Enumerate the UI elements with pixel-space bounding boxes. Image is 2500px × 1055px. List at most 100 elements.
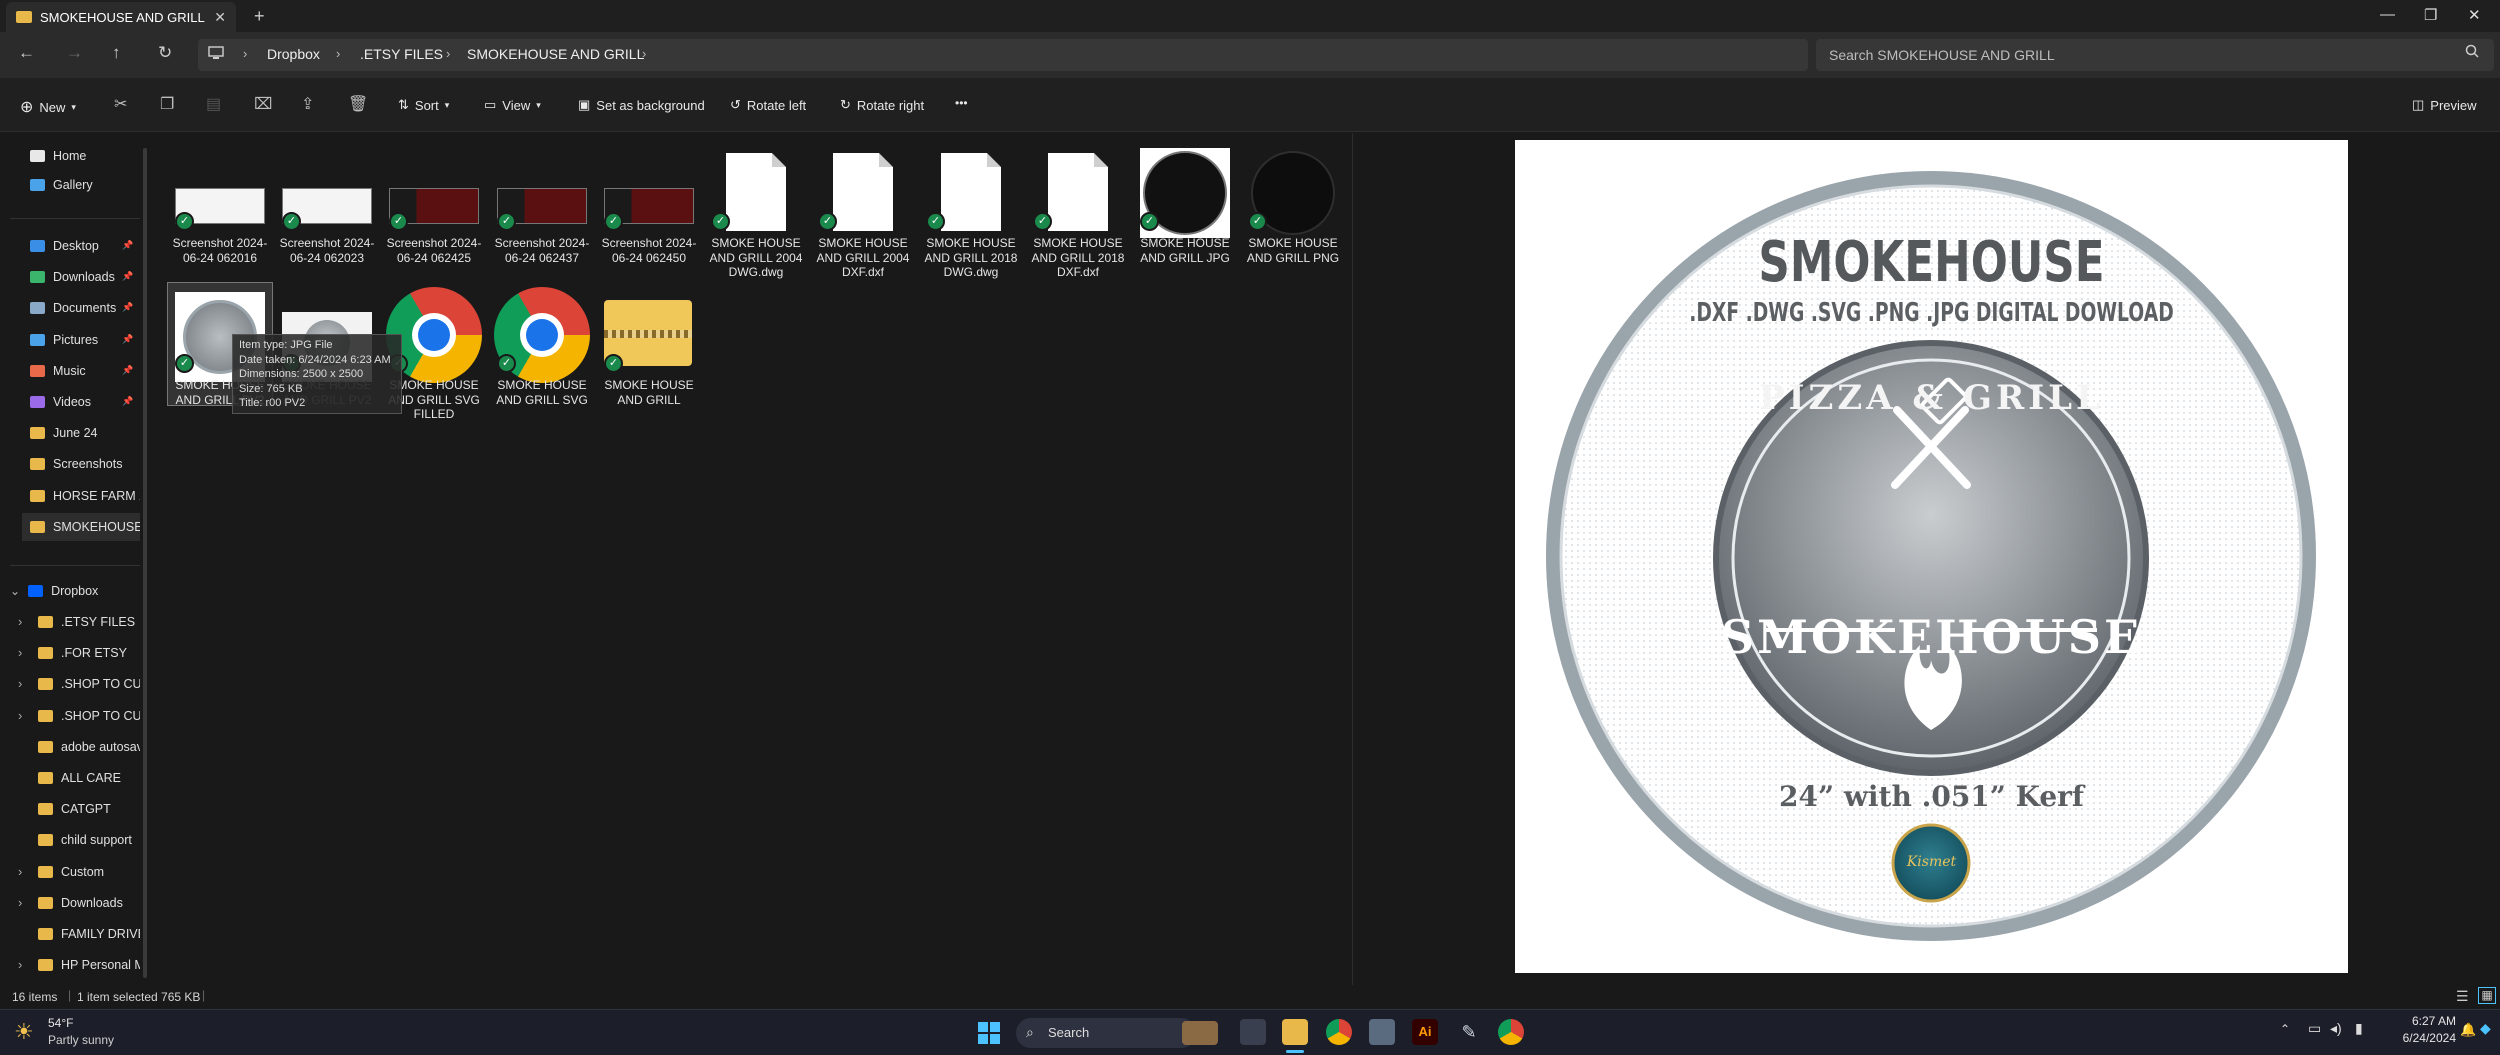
battery-icon[interactable]: ▮: [2355, 1020, 2363, 1037]
rotate-right-button[interactable]: ↻ Rotate right: [840, 97, 924, 113]
search-icon[interactable]: [2465, 44, 2479, 58]
maximize-button[interactable]: ❐: [2424, 6, 2437, 24]
chrome-profile-taskbar-icon[interactable]: [1498, 1019, 1524, 1045]
rename-icon[interactable]: ⌧: [254, 94, 272, 114]
weather-icon[interactable]: ☀: [14, 1019, 34, 1045]
tab-close-icon[interactable]: ✕: [214, 9, 226, 26]
preview-divider[interactable]: [1352, 133, 1353, 985]
preview-toggle-button[interactable]: ◫ Preview: [2412, 97, 2477, 113]
minimize-button[interactable]: —: [2380, 6, 2395, 23]
up-button[interactable]: ↑: [112, 43, 121, 63]
notification-bell-icon[interactable]: 🔔: [2460, 1022, 2476, 1038]
new-button[interactable]: ⊕ New ▾: [20, 97, 76, 117]
clock-date[interactable]: 6/24/2024: [2376, 1031, 2456, 1045]
sidebar-item--shop-to-cut[interactable]: .SHOP TO CUT: [38, 670, 140, 698]
paste-icon[interactable]: ▤: [206, 94, 221, 114]
back-button[interactable]: ←: [18, 43, 35, 63]
chrome-blue-dot: [418, 319, 450, 351]
calculator-icon[interactable]: [1369, 1019, 1395, 1045]
explorer-tab[interactable]: SMOKEHOUSE AND GRILL ✕: [6, 2, 236, 32]
view-icon: ▭: [484, 97, 497, 112]
sidebar-divider: [10, 218, 140, 219]
this-pc-icon[interactable]: [208, 46, 224, 60]
network-icon[interactable]: ▭: [2308, 1020, 2321, 1037]
sidebar-item-family-drive[interactable]: FAMILY DRIVE: [38, 920, 140, 948]
sidebar-scrollbar[interactable]: [143, 148, 147, 978]
sidebar-item-custom[interactable]: Custom: [38, 858, 140, 886]
details-view-icon[interactable]: ☰: [2456, 988, 2469, 1005]
cut-icon[interactable]: ✂: [114, 94, 127, 114]
breadcrumb-dropbox[interactable]: Dropbox: [267, 46, 320, 62]
more-options-button[interactable]: •••: [955, 96, 968, 110]
file-name: Screenshot 2024-06-24 062023: [279, 236, 375, 265]
sidebar-item-adobe-autosav[interactable]: adobe autosav: [38, 733, 140, 761]
pin-icon[interactable]: 📌: [122, 240, 133, 251]
file-explorer-taskbar-icon[interactable]: [1282, 1019, 1308, 1045]
folder-icon: [38, 678, 53, 691]
document-icon: [941, 153, 1001, 231]
chevron-right-icon[interactable]: ›: [18, 708, 22, 723]
sidebar-item-child-support[interactable]: child support: [38, 826, 140, 854]
sidebar-item--for-etsy[interactable]: .FOR ETSY: [38, 639, 140, 667]
sidebar-item--etsy-files[interactable]: .ETSY FILES: [38, 608, 140, 636]
sidebar-item-horse-farm-2[interactable]: HORSE FARM 2: [30, 482, 140, 510]
preview-formats: .DXF .DWG .SVG .PNG .JPG DIGITAL DOWLOAD: [1689, 298, 2174, 328]
pin-icon[interactable]: 📌: [122, 271, 133, 282]
pin-icon[interactable]: 📌: [122, 396, 133, 407]
chrome-taskbar-icon[interactable]: [1326, 1019, 1352, 1045]
breadcrumb-etsy-files[interactable]: .ETSY FILES: [360, 46, 443, 62]
clock-time[interactable]: 6:27 AM: [2386, 1014, 2456, 1028]
sidebar-item-label: Gallery: [53, 178, 93, 192]
copy-icon[interactable]: ❐: [160, 94, 174, 114]
sidebar-item-hp-personal-m[interactable]: HP Personal M: [38, 951, 140, 979]
set-as-background-button[interactable]: ▣ Set as background: [578, 97, 705, 113]
breadcrumb-smokehouse[interactable]: SMOKEHOUSE AND GRILL: [467, 46, 644, 62]
pin-icon[interactable]: 📌: [122, 365, 133, 376]
illustrator-icon[interactable]: Ai: [1412, 1019, 1438, 1045]
chevron-up-icon[interactable]: ⌃: [2280, 1022, 2290, 1036]
sidebar-item-all-care[interactable]: ALL CARE: [38, 764, 140, 792]
chevron-down-icon[interactable]: ⌄: [10, 584, 20, 598]
refresh-button[interactable]: ↻: [158, 43, 172, 63]
rotate-left-button[interactable]: ↺ Rotate left: [730, 97, 806, 113]
rotate-left-icon: ↺: [730, 97, 741, 112]
sidebar-item-catgpt[interactable]: CATGPT: [38, 795, 140, 823]
delete-icon[interactable]: 🗑: [348, 94, 368, 114]
pen-tool-icon[interactable]: ✎: [1456, 1019, 1482, 1045]
chevron-right-icon[interactable]: ›: [18, 895, 22, 910]
chevron-right-icon[interactable]: ›: [18, 645, 22, 660]
sidebar-divider: [10, 565, 140, 566]
weather-desc[interactable]: Partly sunny: [48, 1033, 114, 1047]
sidebar-item-screenshots[interactable]: Screenshots: [30, 450, 140, 478]
sort-button[interactable]: ⇅ Sort ▾: [398, 97, 449, 113]
chevron-right-icon[interactable]: ›: [18, 864, 22, 879]
pin-icon[interactable]: 📌: [122, 334, 133, 345]
pin-icon[interactable]: 📌: [122, 302, 133, 313]
chevron-right-icon[interactable]: ›: [18, 614, 22, 629]
search-input[interactable]: Search SMOKEHOUSE AND GRILL: [1829, 47, 2055, 63]
forward-button[interactable]: →: [66, 43, 83, 63]
sidebar-item--shop-to-cut[interactable]: .SHOP TO CUT: [38, 702, 140, 730]
start-windows-icon[interactable]: [977, 1021, 1001, 1045]
chevron-right-icon[interactable]: ›: [18, 676, 22, 691]
view-button[interactable]: ▭ View ▾: [484, 97, 541, 113]
new-tab-button[interactable]: +: [254, 6, 265, 27]
close-window-button[interactable]: ✕: [2468, 6, 2481, 24]
taskbar-search[interactable]: ⌕ Search: [1016, 1018, 1218, 1048]
breadcrumb-separator-icon[interactable]: ›: [642, 46, 646, 61]
sidebar-item-june-24[interactable]: June 24: [30, 419, 140, 447]
share-icon[interactable]: ⇪: [301, 94, 314, 114]
sidebar-item-dropbox[interactable]: ⌄ Dropbox: [10, 577, 160, 605]
task-view-icon[interactable]: [1240, 1019, 1266, 1045]
preview-image: SMOKEHOUSE .DXF .DWG .SVG .PNG .JPG DIGI…: [1515, 140, 2348, 973]
volume-icon[interactable]: ◂): [2330, 1020, 2342, 1037]
sidebar-item-smokehouse-a[interactable]: SMOKEHOUSE A: [22, 512, 140, 541]
sidebar-item-downloads[interactable]: Downloads: [38, 889, 140, 917]
document-icon: [833, 153, 893, 231]
copilot-icon[interactable]: ◆: [2480, 1020, 2491, 1037]
chevron-right-icon[interactable]: ›: [18, 957, 22, 972]
tiles-view-icon[interactable]: ▦: [2478, 987, 2496, 1004]
sidebar-item-label: Custom: [61, 864, 105, 879]
sync-check-icon: ✓: [497, 354, 516, 373]
weather-temp[interactable]: 54°F: [48, 1016, 73, 1030]
